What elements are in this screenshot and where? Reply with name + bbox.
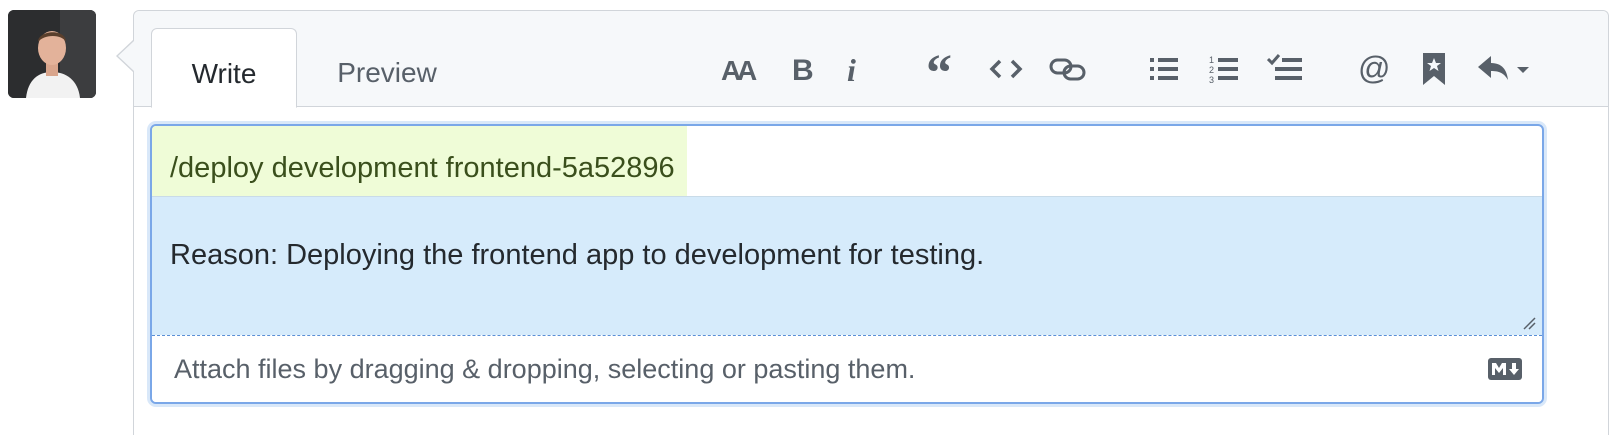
link-icon[interactable] [1046, 47, 1090, 91]
svg-text:“: “ [926, 54, 952, 84]
text-size-icon[interactable]: A A [719, 47, 763, 91]
comment-pointer-fill [118, 41, 134, 71]
file-attachment-bar[interactable]: Attach files by dragging & dropping, sel… [152, 335, 1542, 402]
tab-nav: Write Preview A A B i “ 1 2 3 @ [134, 11, 1608, 108]
reason-line: Reason: Deploying the frontend app to de… [170, 239, 985, 271]
comment-form: Write Preview A A B i “ 1 2 3 @ /deploy … [133, 10, 1609, 435]
unordered-list-icon[interactable] [1142, 47, 1186, 91]
attach-files-text: Attach files by dragging & dropping, sel… [174, 354, 916, 384]
svg-text:@: @ [1358, 52, 1390, 86]
svg-text:i: i [847, 54, 856, 84]
ordered-list-icon[interactable]: 1 2 3 [1202, 47, 1246, 91]
svg-text:B: B [792, 54, 814, 84]
saved-reply-icon[interactable] [1412, 47, 1456, 91]
bold-icon[interactable]: B [779, 47, 823, 91]
svg-text:1: 1 [1209, 55, 1214, 65]
quote-icon[interactable]: “ [919, 47, 963, 91]
comment-textarea[interactable]: /deploy development frontend-5a52896 Rea… [150, 124, 1544, 404]
tab-preview[interactable]: Preview [312, 28, 462, 106]
italic-icon[interactable]: i [831, 47, 875, 91]
svg-text:A: A [737, 55, 757, 84]
svg-text:2: 2 [1209, 65, 1214, 75]
svg-text:3: 3 [1209, 75, 1214, 84]
task-list-icon[interactable] [1263, 47, 1307, 91]
avatar[interactable] [8, 10, 96, 98]
resize-handle-icon[interactable] [1522, 316, 1536, 330]
code-icon[interactable] [984, 47, 1028, 91]
reply-icon[interactable] [1476, 47, 1536, 91]
markdown-icon[interactable] [1488, 358, 1522, 380]
tab-write[interactable]: Write [151, 28, 297, 108]
mention-icon[interactable]: @ [1352, 47, 1396, 91]
selected-text-area: Reason: Deploying the frontend app to de… [152, 196, 1542, 336]
command-line: /deploy development frontend-5a52896 [152, 126, 687, 196]
